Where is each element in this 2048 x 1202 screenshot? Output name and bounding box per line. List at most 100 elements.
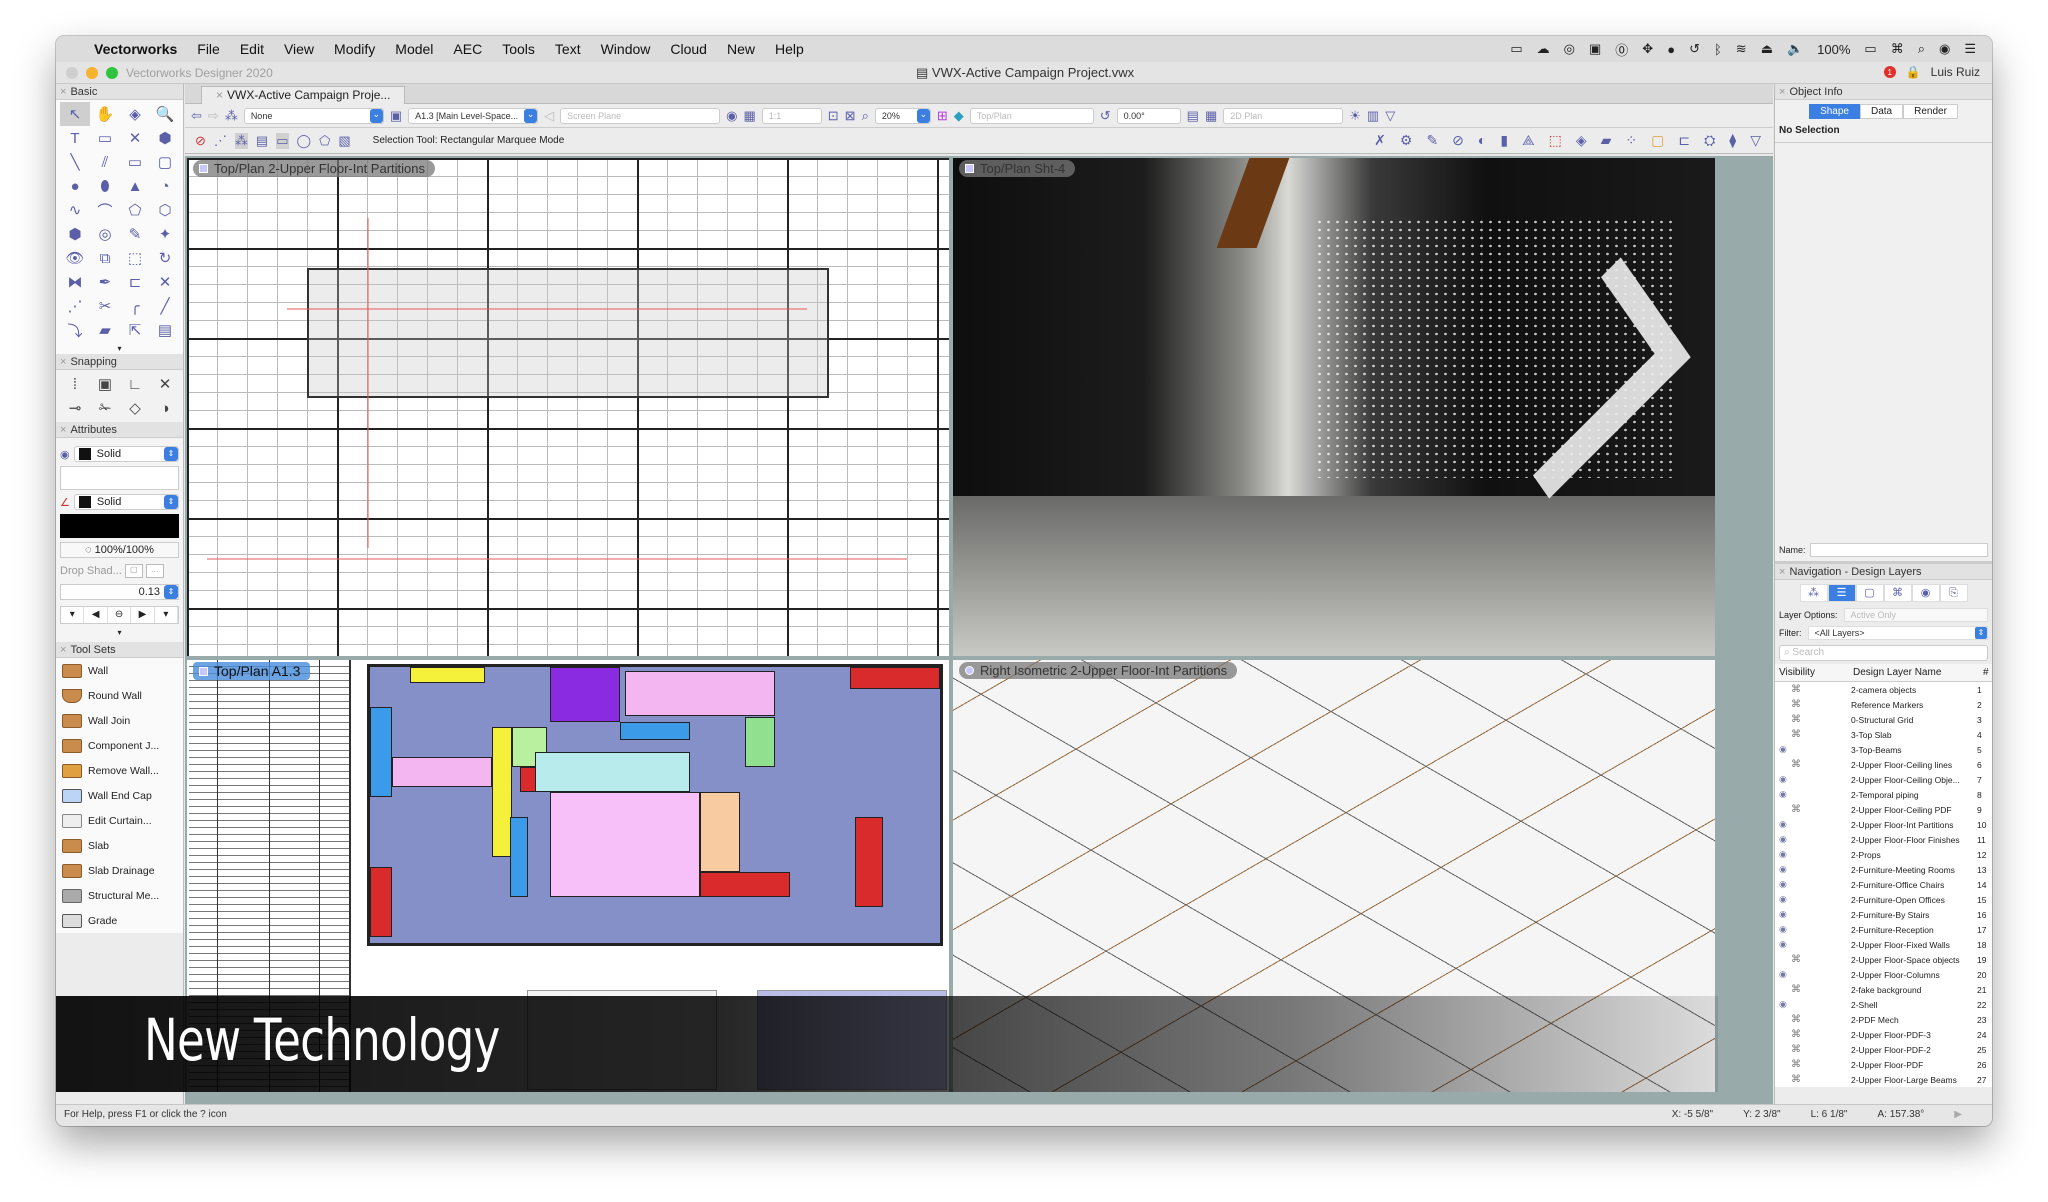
unrestricted-interactive-scaling-icon[interactable]: ⁂ [234, 132, 248, 149]
more-view-options-icon[interactable]: ▽ [1385, 108, 1395, 124]
eye-icon[interactable]: ◉ [1779, 789, 1791, 800]
tool-wall[interactable]: Wall [56, 658, 183, 683]
unified-view-icon[interactable]: ⊞ [937, 108, 948, 124]
layer-row[interactable]: ◉ 2-Upper Floor-Columns 20 [1775, 967, 1992, 982]
zoom-window-button[interactable] [106, 67, 118, 79]
layer-row[interactable]: ⌘ 2-Upper Floor-Ceiling lines 6 [1775, 757, 1992, 772]
fill-preview[interactable] [60, 466, 179, 490]
mirror-tool[interactable]: ⧓ [60, 270, 90, 294]
back-icon[interactable]: ⇦ [191, 108, 202, 124]
menu-new[interactable]: New [727, 41, 755, 57]
battery-icon[interactable]: ▭ [1864, 41, 1876, 57]
more-tools-icon[interactable]: ▽ [1750, 132, 1761, 149]
layer-row[interactable]: ◉ 2-Shell 22 [1775, 997, 1992, 1012]
spiral-tool[interactable]: ◎ [90, 222, 120, 246]
attribute-mapping-tool[interactable]: ⤵ [60, 318, 90, 342]
layer-row[interactable]: ⌘ 3-Top Slab 4 [1775, 727, 1992, 742]
view-select[interactable]: Top/Plan [969, 107, 1094, 124]
layer-row[interactable]: ⌘ 2-PDF Mech 23 [1775, 1012, 1992, 1027]
viewport-top-right[interactable]: Top/Plan Sht-4 [953, 158, 1715, 656]
hidden-icon[interactable]: ⌘ [1791, 729, 1803, 740]
layer-row[interactable]: ⌘ 2-Upper Floor-Space objects 19 [1775, 952, 1992, 967]
selection-tool[interactable]: ↖ [60, 102, 90, 126]
circle-app-icon[interactable]: ● [1667, 42, 1675, 57]
connect-combine-tool[interactable]: ⊏ [120, 270, 150, 294]
tag-icon[interactable]: ◈ [1576, 132, 1587, 149]
drop-shadow-toggle[interactable]: ▢ [124, 564, 143, 578]
oval-tool[interactable]: ⬮ [90, 174, 120, 198]
active-class-select[interactable]: None [243, 107, 384, 124]
hidden-icon[interactable]: ⌘ [1791, 1059, 1803, 1070]
menu-file[interactable]: File [197, 41, 220, 57]
reshape-tool[interactable]: ⬚ [120, 246, 150, 270]
hidden-icon[interactable]: ⌘ [1791, 954, 1803, 965]
hidden-icon[interactable]: ⌘ [1791, 684, 1803, 695]
selection-preferences-icon[interactable]: ▧ [338, 133, 350, 149]
tab-render[interactable]: Render [1903, 104, 1958, 119]
layer-row[interactable]: ⌘ 2-Upper Floor-PDF-3 24 [1775, 1027, 1992, 1042]
snap-to-grid-icon[interactable]: ⁞ [60, 372, 90, 396]
fillet-tool[interactable]: ╭ [120, 294, 150, 318]
pen-preview[interactable] [60, 514, 179, 538]
eye-icon[interactable]: ◉ [1779, 939, 1791, 950]
layer-row[interactable]: ◉ 2-Furniture-Office Chairs 14 [1775, 877, 1992, 892]
book-icon[interactable]: ▮ [1500, 132, 1508, 149]
eye-icon[interactable]: ◉ [1779, 774, 1791, 785]
eye-icon[interactable]: ◉ [1779, 909, 1791, 920]
rotation-field[interactable]: 0.00° [1116, 107, 1181, 124]
perspective-icon[interactable]: ⟁ [1522, 132, 1535, 149]
lighting-options-icon[interactable]: ☀ [1349, 108, 1361, 124]
edit-tool-icon[interactable]: ✎ [1426, 132, 1438, 149]
layer-row[interactable]: ◉ 2-Upper Floor-Ceiling Obje... 7 [1775, 772, 1992, 787]
locus-tool[interactable]: ✕ [120, 126, 150, 150]
fit-to-objects-icon[interactable]: ⊡ [828, 108, 839, 124]
polyline-tool[interactable]: ⌒ [90, 198, 120, 222]
link-markers-icon[interactable]: ⊖ [108, 607, 132, 623]
expand-attributes-icon[interactable]: ▾ [56, 628, 183, 642]
line-weight-select[interactable]: 0.13 ⇕ [60, 584, 179, 600]
layer-options-icon[interactable]: ◉ [726, 108, 737, 124]
menu-edit[interactable]: Edit [240, 41, 264, 57]
rectangle-tool[interactable]: ▭ [120, 150, 150, 174]
rectangular-marquee-icon[interactable]: ▭ [276, 132, 289, 149]
snapping-palette-header[interactable]: × Snapping [56, 354, 183, 370]
references-tab-icon[interactable]: ⎘ [1939, 584, 1968, 602]
split-tool[interactable]: ✒ [90, 270, 120, 294]
name-input[interactable] [1809, 543, 1988, 557]
rotate-plan-icon[interactable]: ↺ [1100, 108, 1111, 124]
menu-tools[interactable]: Tools [502, 41, 535, 57]
hidden-icon[interactable]: ⌘ [1791, 1074, 1803, 1085]
layer-row[interactable]: ⌘ Reference Markers 2 [1775, 697, 1992, 712]
triangle-tool[interactable]: ▲ [120, 174, 150, 198]
menu-view[interactable]: View [284, 41, 314, 57]
menu-help[interactable]: Help [775, 41, 804, 57]
scissors-tool[interactable]: ✂ [90, 294, 120, 318]
tool-slab-drainage[interactable]: Slab Drainage [56, 858, 183, 883]
notification-center-icon[interactable]: ☰ [1964, 41, 1976, 57]
viewport-toggle-icon[interactable] [965, 666, 974, 675]
layer-navigation-icon[interactable]: ▣ [390, 108, 402, 124]
start-marker-dropdown[interactable]: ▾ [61, 607, 85, 623]
ruler-icon[interactable]: ⊏ [1678, 132, 1690, 149]
tab-data[interactable]: Data [1859, 104, 1904, 119]
tool-wall-join[interactable]: Wall Join [56, 708, 183, 733]
menu-cloud[interactable]: Cloud [670, 41, 707, 57]
layer-row[interactable]: ⌘ 2-Upper Floor-PDF-2 25 [1775, 1042, 1992, 1057]
tool-remove-wall-breaks[interactable]: Remove Wall... [56, 758, 183, 783]
pen-style-select[interactable]: Solid ⇕ [73, 494, 179, 510]
toolsets-palette-header[interactable]: × Tool Sets [56, 642, 183, 658]
eraser-tool[interactable]: ▰ [90, 318, 120, 342]
object-info-header[interactable]: × Object Info [1775, 84, 1992, 100]
minimize-window-button[interactable] [86, 67, 98, 79]
design-layers-tab-icon[interactable]: ☰ [1827, 584, 1856, 602]
active-layer-select[interactable]: A1.3 [Main Level-Space... [408, 107, 539, 124]
zoom-icon[interactable]: ⌕ [862, 108, 869, 124]
eye-icon[interactable]: ◉ [1779, 999, 1791, 1010]
start-marker-icon[interactable]: ◀ [84, 607, 108, 623]
menu-text[interactable]: Text [555, 41, 581, 57]
eyedropper-tool[interactable]: ✎ [120, 222, 150, 246]
disable-interactive-scaling-icon[interactable]: ⊘ [195, 133, 206, 149]
filter-select[interactable]: <All Layers> [1807, 626, 1988, 640]
fill-style-select[interactable]: Solid ⇕ [73, 446, 179, 462]
end-marker-icon[interactable]: ▶ [131, 607, 155, 623]
